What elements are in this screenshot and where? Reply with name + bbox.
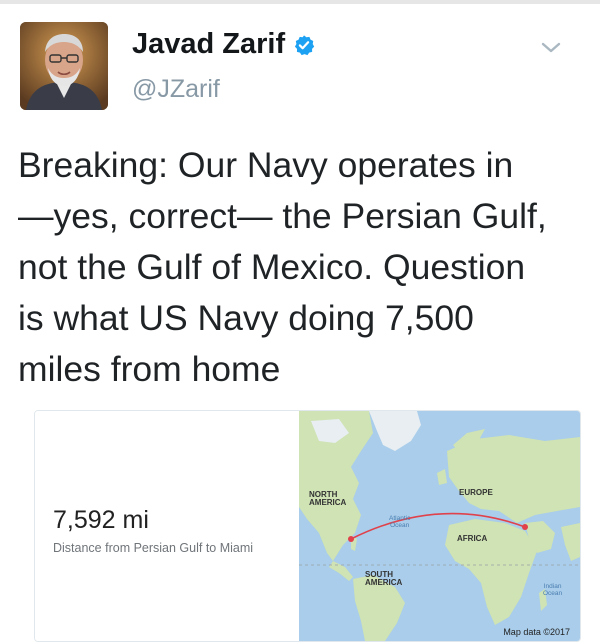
- map-label-south-america: SOUTH AMERICA: [365, 570, 403, 587]
- world-map[interactable]: NORTH AMERICA EUROPE AFRICA SOUTH AMERIC…: [299, 411, 580, 641]
- distance-caption: Distance from Persian Gulf to Miami: [53, 541, 254, 555]
- tweet-text-line: is what US Navy doing 7,500: [18, 298, 474, 338]
- tweet-text-line: —yes, correct— the Persian Gulf,: [18, 196, 547, 236]
- map-label-north-america: NORTH AMERICA: [309, 490, 347, 507]
- tweet-screenshot: Javad Zarif @JZarif Breaking: Our Navy o…: [0, 0, 600, 642]
- map-image: [299, 411, 580, 641]
- avatar[interactable]: [20, 22, 108, 110]
- distance-panel: 7,592 mi Distance from Persian Gulf to M…: [35, 411, 299, 641]
- avatar-photo: [20, 22, 108, 110]
- verified-badge-icon: [293, 34, 315, 56]
- user-handle[interactable]: @JZarif: [132, 75, 220, 104]
- map-label-atlantic-ocean: Atlantic Ocean: [389, 515, 411, 529]
- display-name[interactable]: Javad Zarif: [132, 28, 285, 61]
- map-label-europe: EUROPE: [459, 488, 493, 497]
- author-row[interactable]: Javad Zarif: [132, 28, 315, 61]
- tweet-text-line: Breaking: Our Navy operates in: [18, 145, 514, 185]
- distance-value: 7,592 mi: [53, 506, 149, 534]
- map-credit: Map data ©2017: [503, 627, 570, 637]
- chevron-down-icon[interactable]: [536, 38, 566, 58]
- top-divider: [0, 0, 600, 4]
- tweet-text-line: miles from home: [18, 349, 281, 389]
- tweet-text: Breaking: Our Navy operates in —yes, cor…: [18, 140, 583, 395]
- map-label-africa: AFRICA: [457, 534, 488, 543]
- map-label-indian-ocean: Indian Ocean: [543, 583, 563, 597]
- map-card[interactable]: 7,592 mi Distance from Persian Gulf to M…: [34, 410, 581, 642]
- tweet-text-line: not the Gulf of Mexico. Question: [18, 247, 526, 287]
